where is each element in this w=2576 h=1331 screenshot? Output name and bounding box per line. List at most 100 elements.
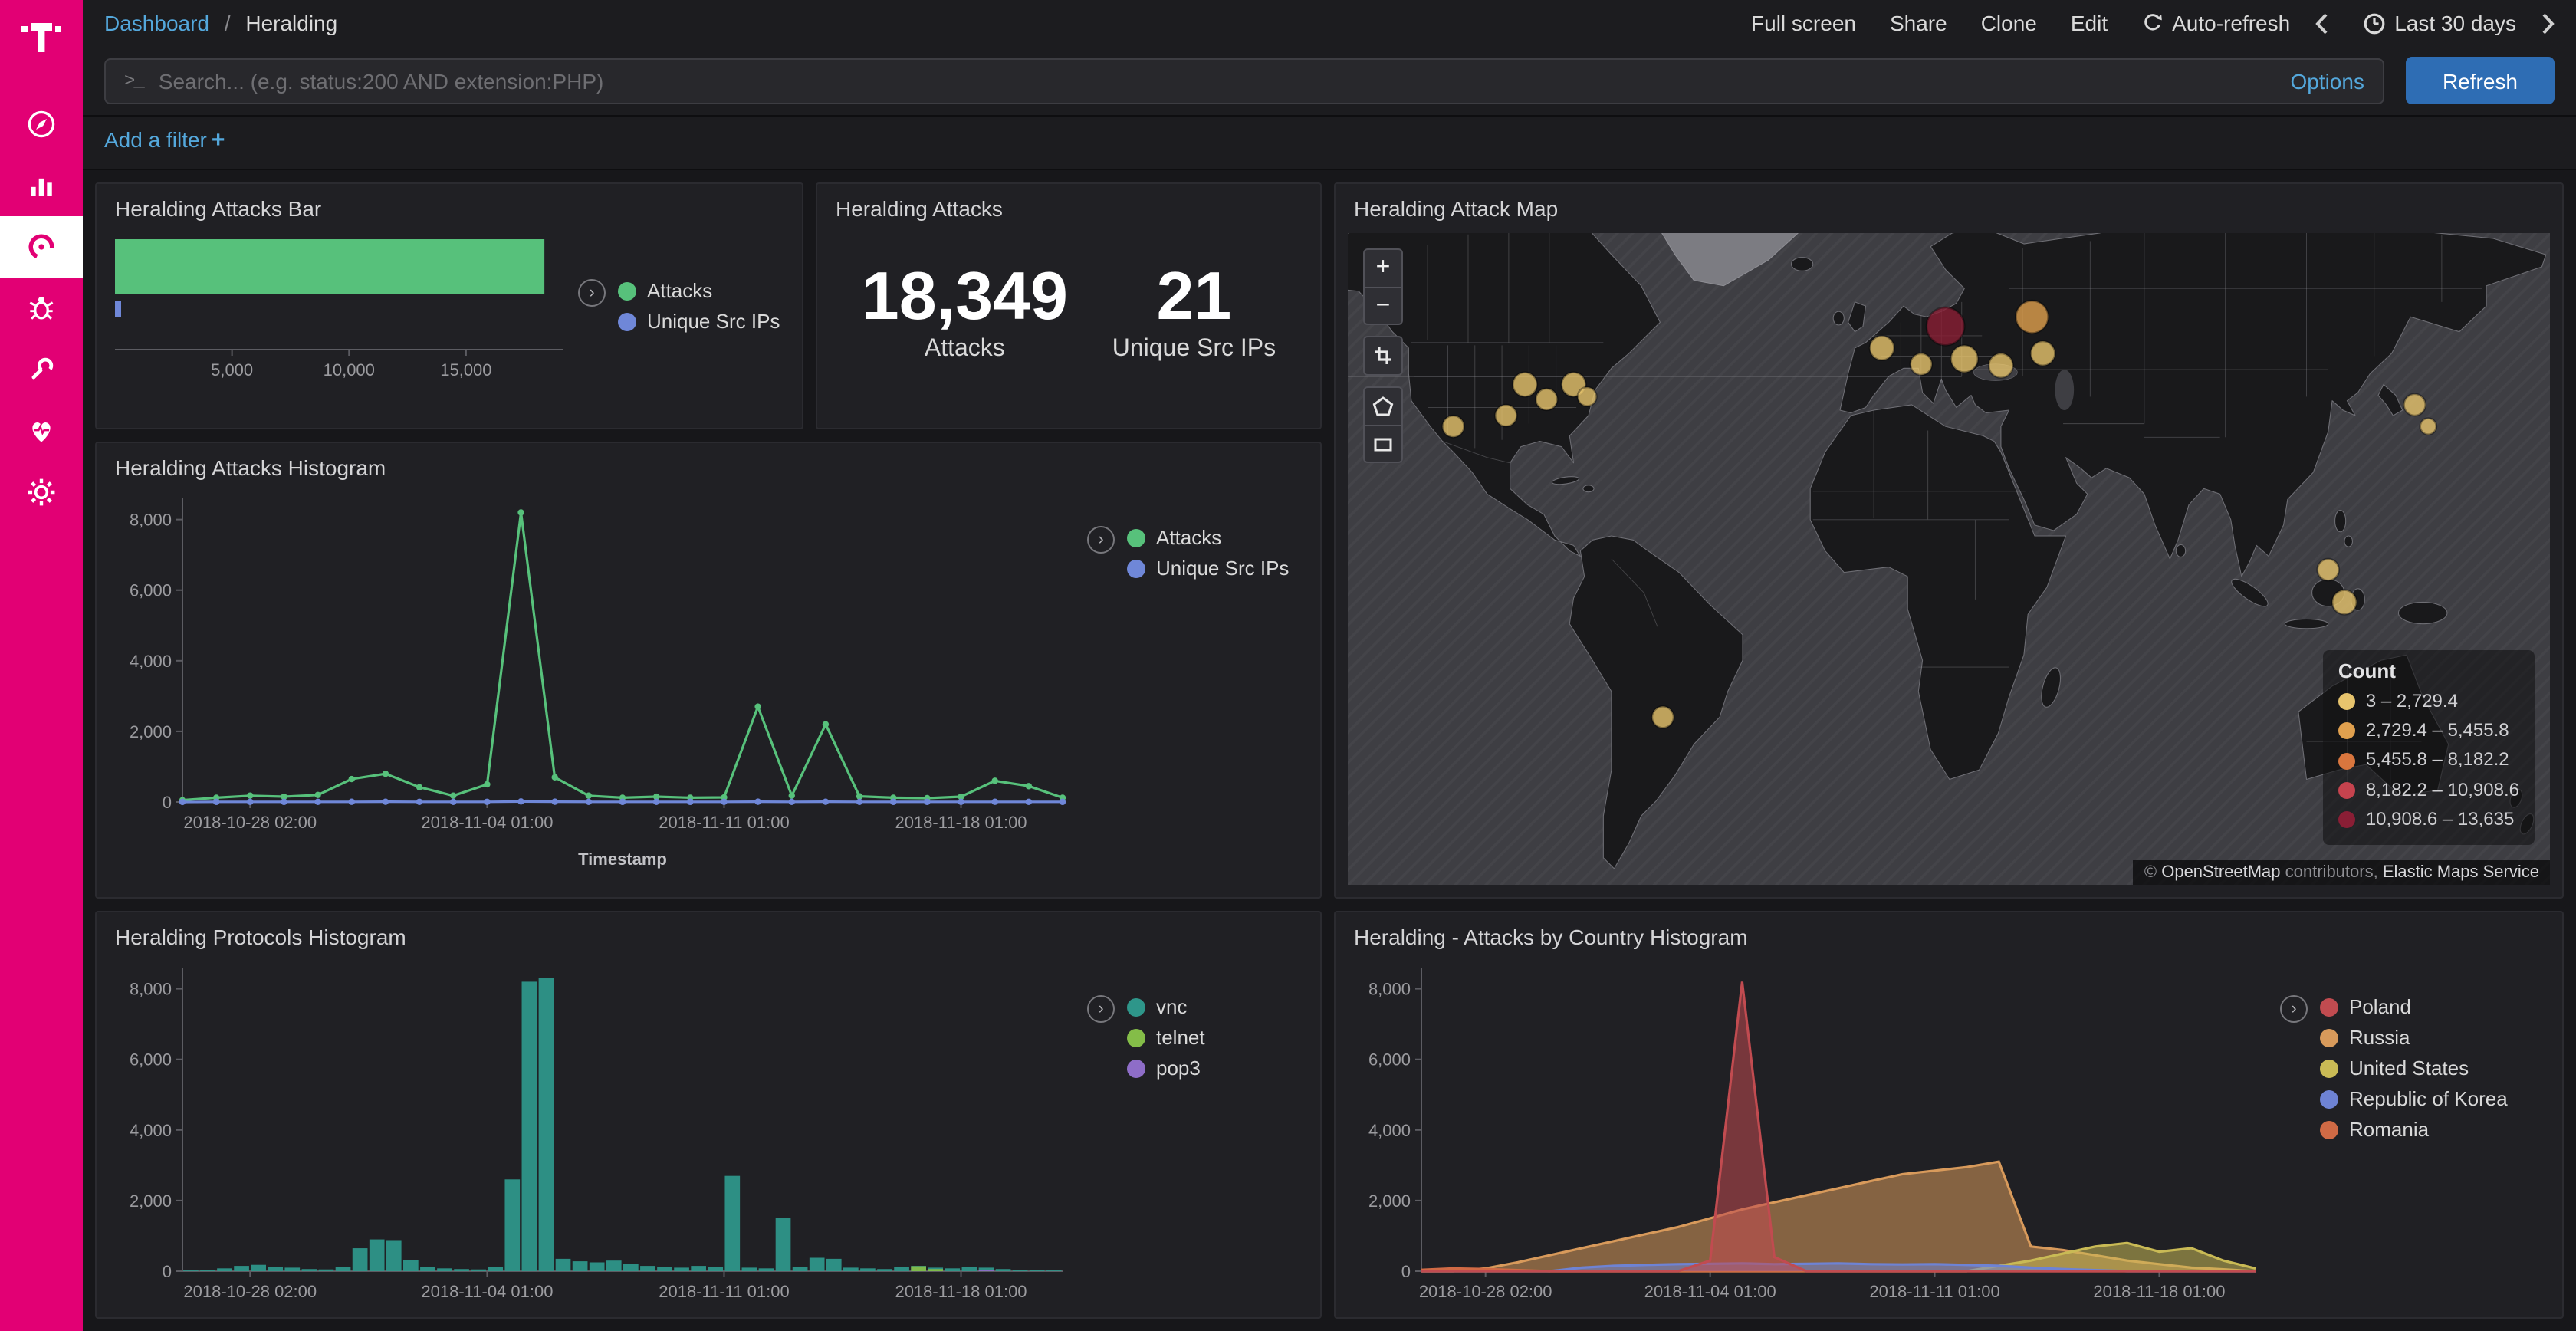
point-unique-src-ips <box>551 798 557 804</box>
sidebar-item-dashboard[interactable] <box>0 216 83 278</box>
legend-item-pop3[interactable]: pop3 <box>1127 1057 1205 1080</box>
sidebar-item-honeypot[interactable] <box>0 278 83 339</box>
x-tick-label: 2018-10-28 02:00 <box>183 813 317 832</box>
time-step-forward-button[interactable] <box>2541 12 2555 35</box>
hbar-unique-src-ips <box>115 301 121 317</box>
map-marker[interactable] <box>1513 373 1537 397</box>
map-marker[interactable] <box>1652 706 1674 728</box>
refresh-button[interactable]: Refresh <box>2406 57 2555 104</box>
map-marker[interactable] <box>2420 419 2436 435</box>
map-marker[interactable] <box>2031 341 2055 366</box>
legend-item-attacks[interactable]: Attacks <box>1127 526 1289 549</box>
y-tick-label: 2,000 <box>1368 1191 1411 1211</box>
x-tick-label: 15,000 <box>440 360 491 380</box>
zoom-in-button[interactable]: + <box>1365 250 1401 287</box>
attacks-bar-body: 5,00010,00015,000 › Attacks Unique Src IPs <box>97 224 802 399</box>
sidebar-item-monitoring[interactable] <box>0 400 83 462</box>
breadcrumb-dashboard-link[interactable]: Dashboard <box>104 11 209 35</box>
map-marker[interactable] <box>1578 387 1597 406</box>
legend-toggle-icon[interactable]: › <box>1087 995 1115 1023</box>
gauge-icon <box>25 230 58 264</box>
elastic-maps-link[interactable]: Elastic Maps Service <box>2383 863 2539 882</box>
gear-icon <box>25 475 58 509</box>
map-marker[interactable] <box>1951 345 1978 372</box>
legend-toggle-icon[interactable]: › <box>1087 526 1115 554</box>
bar-vnc <box>793 1267 808 1271</box>
legend-item-unique-src-ips[interactable]: Unique Src IPs <box>618 310 780 333</box>
point-unique-src-ips <box>586 799 592 805</box>
draw-polygon-button[interactable] <box>1365 388 1401 425</box>
query-bar: >_ Options Refresh <box>83 46 2576 117</box>
map-legend-title: Count <box>2338 659 2519 682</box>
x-tick-label: 2018-11-11 01:00 <box>659 1282 789 1301</box>
legend-toggle-icon[interactable]: › <box>578 279 606 307</box>
share-button[interactable]: Share <box>1890 11 1947 35</box>
panel-heralding-attacks-bar: Heralding Attacks Bar 5,00010,00015,000 … <box>95 182 803 429</box>
map-legend-color-dot <box>2338 693 2355 710</box>
x-tick-label: 2018-11-04 01:00 <box>1644 1282 1776 1301</box>
openstreetmap-link[interactable]: OpenStreetMap <box>2161 863 2280 882</box>
bar-vnc <box>251 1265 266 1271</box>
breadcrumb: Dashboard / Heralding <box>104 11 337 35</box>
time-range-button[interactable]: Last 30 days <box>2362 11 2516 35</box>
bar-vnc <box>962 1267 978 1271</box>
metric-value: 18,349 <box>862 261 1068 335</box>
legend-items: Attacks Unique Src IPs <box>1127 526 1289 580</box>
x-tick-label: 2018-11-18 01:00 <box>895 1282 1027 1301</box>
clone-button[interactable]: Clone <box>1981 11 2037 35</box>
search-box[interactable]: >_ Options <box>104 58 2384 104</box>
map-marker[interactable] <box>1536 389 1557 410</box>
refresh-cycle-icon <box>2141 12 2163 34</box>
bar-vnc <box>200 1270 215 1271</box>
fit-control-group <box>1363 336 1403 376</box>
world-map[interactable]: + − <box>1348 233 2550 885</box>
panel-title: Heralding Attacks Bar <box>97 184 802 224</box>
bar-vnc <box>353 1248 368 1271</box>
attacks-bar-chart: 5,00010,00015,000 <box>112 227 569 399</box>
legend-item-romania[interactable]: Romania <box>2320 1118 2508 1141</box>
map-marker[interactable] <box>1442 416 1464 437</box>
zoom-out-button[interactable]: − <box>1365 287 1401 324</box>
legend-item-united-states[interactable]: United States <box>2320 1057 2508 1080</box>
map-marker[interactable] <box>1989 353 2013 378</box>
draw-rectangle-button[interactable] <box>1365 425 1401 462</box>
map-marker[interactable] <box>2332 590 2357 615</box>
search-input[interactable] <box>159 68 2275 93</box>
sidebar-item-visualize[interactable] <box>0 155 83 216</box>
legend-item-attacks[interactable]: Attacks <box>618 279 780 302</box>
legend-toggle-icon[interactable]: › <box>2280 995 2308 1023</box>
sidebar-item-management[interactable] <box>0 462 83 523</box>
map-marker[interactable] <box>1870 336 1894 360</box>
legend-item-unique-src-ips[interactable]: Unique Src IPs <box>1127 557 1289 580</box>
map-marker[interactable] <box>1911 353 1932 375</box>
options-link[interactable]: Options <box>2290 68 2364 93</box>
y-tick-label: 4,000 <box>130 1121 172 1140</box>
country-histogram-legend: › Poland Russia United States Republic of Ko… <box>2280 955 2553 1319</box>
legend-color-dot <box>1127 997 1145 1016</box>
map-marker[interactable] <box>2404 394 2426 416</box>
map-marker[interactable] <box>2318 559 2339 580</box>
legend-item-republic-of-korea[interactable]: Republic of Korea <box>2320 1087 2508 1110</box>
map-marker[interactable] <box>1495 405 1516 426</box>
point-unique-src-ips <box>314 799 320 805</box>
add-filter-link[interactable]: Add a filter+ <box>104 127 225 152</box>
map-legend-range-label: 3 – 2,729.4 <box>2366 687 2458 716</box>
sidebar-item-discover[interactable] <box>0 94 83 155</box>
point-unique-src-ips <box>179 799 186 805</box>
legend-item-poland[interactable]: Poland <box>2320 995 2508 1018</box>
zoom-out-icon: − <box>1376 292 1391 320</box>
bar-vnc <box>319 1270 334 1271</box>
legend-item-vnc[interactable]: vnc <box>1127 995 1205 1018</box>
auto-refresh-button[interactable]: Auto-refresh <box>2141 11 2290 35</box>
map-marker[interactable] <box>2016 301 2048 333</box>
full-screen-button[interactable]: Full screen <box>1751 11 1856 35</box>
time-step-back-button[interactable] <box>2315 12 2328 35</box>
map-marker[interactable] <box>1927 307 1964 345</box>
legend-item-russia[interactable]: Russia <box>2320 1026 2508 1049</box>
polygon-tool-icon <box>1372 396 1394 417</box>
panel-title: Heralding Attack Map <box>1336 184 2562 224</box>
sidebar-item-devtools[interactable] <box>0 339 83 400</box>
edit-button[interactable]: Edit <box>2071 11 2108 35</box>
legend-item-telnet[interactable]: telnet <box>1127 1026 1205 1049</box>
fit-bounds-button[interactable] <box>1365 337 1401 374</box>
